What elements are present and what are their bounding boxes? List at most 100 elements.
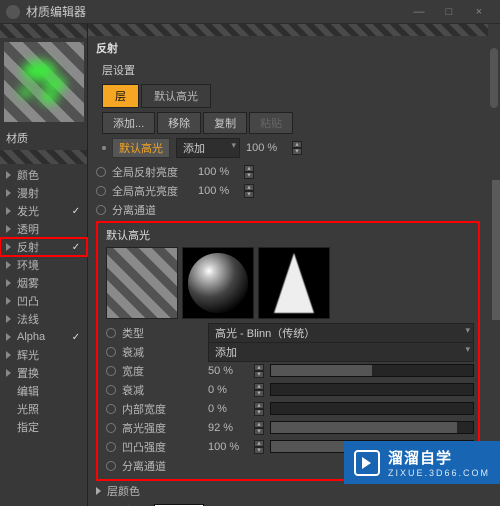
channel-指定[interactable]: 指定 [0, 418, 87, 436]
global-reflection-value[interactable]: 100 % [198, 166, 242, 178]
channel-checkbox[interactable] [71, 224, 81, 234]
param-spinner[interactable]: ▴▾ [254, 421, 264, 435]
channel-checkbox[interactable] [71, 278, 81, 288]
channel-环境[interactable]: 环境 [0, 256, 87, 274]
channel-checkbox[interactable] [71, 422, 81, 432]
param-radio[interactable] [106, 442, 116, 452]
param-slider[interactable] [270, 383, 474, 396]
channel-checkbox[interactable] [71, 296, 81, 306]
minimize-button[interactable]: — [404, 6, 434, 18]
param-radio[interactable] [106, 328, 116, 338]
outer-scrollbar [492, 180, 500, 320]
global-reflection-spinner[interactable]: ▴▾ [244, 165, 254, 179]
paste-button[interactable]: 粘贴 [249, 112, 293, 134]
param-spinner[interactable]: ▴▾ [254, 383, 264, 397]
blend-mode-select[interactable]: 添加 [176, 138, 240, 158]
layer-color-label[interactable]: 层颜色 [107, 483, 140, 499]
expand-icon [6, 333, 11, 341]
global-specular-value[interactable]: 100 % [198, 185, 242, 197]
param-radio[interactable] [106, 404, 116, 414]
expand-icon[interactable] [96, 487, 101, 495]
param-label: 衰减 [122, 344, 202, 360]
param-value[interactable]: 92 % [208, 422, 252, 434]
radio-global-specular[interactable] [96, 186, 106, 196]
param-spinner[interactable]: ▴▾ [254, 440, 264, 454]
param-select[interactable]: 高光 - Blinn（传统） [208, 323, 474, 343]
channel-辉光[interactable]: 辉光 [0, 346, 87, 364]
watermark-url: ZIXUE.3D66.COM [388, 468, 490, 478]
add-button[interactable]: 添加... [102, 112, 155, 134]
param-slider[interactable] [270, 421, 474, 434]
channel-Alpha[interactable]: Alpha✓ [0, 328, 87, 346]
param-value[interactable]: 50 % [208, 365, 252, 377]
param-label: 衰减 [122, 382, 202, 398]
channel-checkbox[interactable] [71, 404, 81, 414]
channel-label: 辉光 [17, 347, 65, 363]
param-radio[interactable] [106, 366, 116, 376]
channel-编辑[interactable]: 编辑 [0, 382, 87, 400]
channel-label: 光照 [17, 401, 65, 417]
remove-button[interactable]: 移除 [157, 112, 201, 134]
channel-法线[interactable]: 法线 [0, 310, 87, 328]
channel-置换[interactable]: 置换 [0, 364, 87, 382]
param-spinner[interactable]: ▴▾ [254, 402, 264, 416]
channel-checkbox[interactable] [71, 386, 81, 396]
layer-opacity-spinner[interactable]: ▴▾ [292, 141, 302, 155]
layer-thumb-hatch[interactable] [106, 247, 178, 319]
channel-label: 烟雾 [17, 275, 65, 291]
channel-漫射[interactable]: 漫射 [0, 184, 87, 202]
channel-label: 透明 [17, 221, 65, 237]
global-specular-spinner[interactable]: ▴▾ [244, 184, 254, 198]
param-radio[interactable] [106, 423, 116, 433]
channel-checkbox[interactable]: ✓ [71, 206, 81, 216]
expand-icon [6, 351, 11, 359]
channel-发光[interactable]: 发光✓ [0, 202, 87, 220]
section-header: 反射 [88, 36, 488, 60]
maximize-button[interactable]: □ [434, 6, 464, 18]
param-spinner[interactable]: ▴▾ [254, 364, 264, 378]
param-value[interactable]: 0 % [208, 403, 252, 415]
radio-separate-pass[interactable] [96, 205, 106, 215]
channel-checkbox[interactable]: ✓ [71, 332, 81, 342]
param-slider[interactable] [270, 402, 474, 415]
radio-global-reflection[interactable] [96, 167, 106, 177]
param-slider[interactable] [270, 364, 474, 377]
layer-name[interactable]: 默认高光 [112, 138, 170, 158]
tab-default-specular[interactable]: 默认高光 [141, 84, 211, 108]
channel-checkbox[interactable] [71, 260, 81, 270]
radio-panel-separate[interactable] [106, 461, 116, 471]
channel-透明[interactable]: 透明 [0, 220, 87, 238]
content-area: 反射 层设置 层 默认高光 添加... 移除 复制 粘贴 默认高光 添加 100… [88, 24, 500, 506]
channel-checkbox[interactable]: ✓ [71, 242, 81, 252]
channel-凹凸[interactable]: 凹凸 [0, 292, 87, 310]
param-value[interactable]: 100 % [208, 441, 252, 453]
layer-thumb-sphere[interactable] [182, 247, 254, 319]
close-button[interactable]: × [464, 6, 494, 18]
param-value[interactable]: 0 % [208, 384, 252, 396]
channel-烟雾[interactable]: 烟雾 [0, 274, 87, 292]
sidebar: 材质 颜色漫射发光✓透明反射 ✓ 环境烟雾凹凸法线Alpha✓辉光置换编辑光照指定 [0, 24, 88, 506]
material-preview[interactable] [4, 42, 84, 122]
layer-thumb-curve[interactable] [258, 247, 330, 319]
channel-label: 置换 [17, 365, 65, 381]
channel-checkbox[interactable] [71, 188, 81, 198]
expand-icon [6, 369, 11, 377]
channel-checkbox[interactable] [71, 170, 81, 180]
layer-opacity-value[interactable]: 100 % [246, 142, 290, 154]
sidebar-material-label[interactable]: 材质 [0, 126, 87, 150]
copy-button[interactable]: 复制 [203, 112, 247, 134]
channel-光照[interactable]: 光照 [0, 400, 87, 418]
channel-label: 环境 [17, 257, 65, 273]
panel-separate-label: 分离通道 [122, 458, 166, 474]
param-radio[interactable] [106, 347, 116, 357]
param-select[interactable]: 添加 [208, 342, 474, 362]
param-radio[interactable] [106, 385, 116, 395]
channel-checkbox[interactable] [71, 314, 81, 324]
scrollbar[interactable] [490, 48, 498, 108]
channel-反射[interactable]: 反射 ✓ [0, 238, 87, 256]
channel-checkbox[interactable] [71, 350, 81, 360]
tab-layer[interactable]: 层 [102, 84, 139, 108]
channel-颜色[interactable]: 颜色 [0, 166, 87, 184]
channel-label: 反射 [17, 239, 65, 255]
channel-checkbox[interactable] [71, 368, 81, 378]
